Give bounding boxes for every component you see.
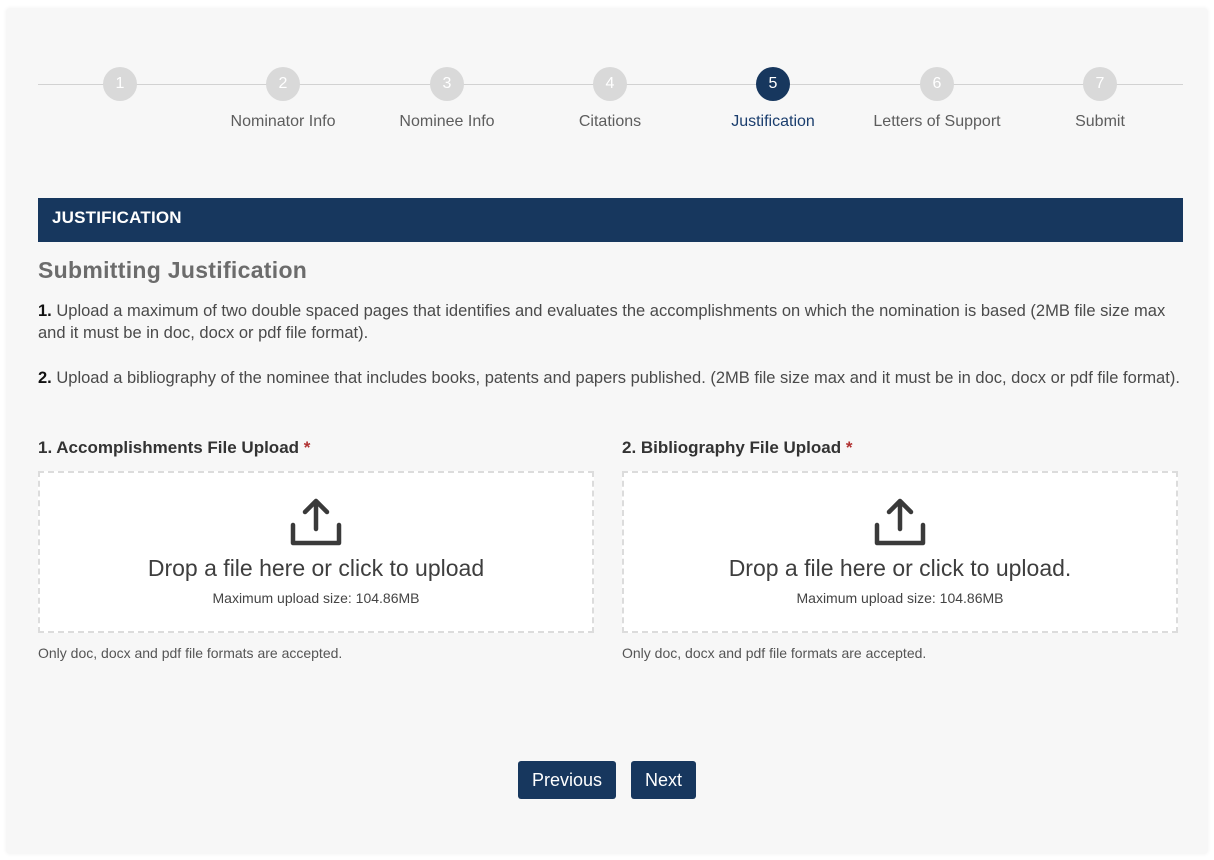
max-upload-size: Maximum upload size: 104.86MB	[796, 590, 1004, 606]
step-7-circle: 7	[1083, 67, 1117, 101]
step-1-circle: 1	[103, 67, 137, 101]
step-3[interactable]: 3 Nominee Info	[367, 66, 527, 131]
next-button[interactable]: Next	[631, 761, 697, 799]
step-4-circle: 4	[593, 67, 627, 101]
step-2[interactable]: 2 Nominator Info	[203, 66, 363, 131]
section-header-bar: JUSTIFICATION	[38, 198, 1183, 242]
max-upload-size: Maximum upload size: 104.86MB	[212, 590, 420, 606]
instruction-2-text: Upload a bibliography of the nominee tha…	[51, 369, 1180, 387]
instruction-2: 2. Upload a bibliography of the nominee …	[38, 367, 1188, 389]
step-7[interactable]: 7 Submit	[1020, 66, 1180, 131]
step-6-circle: 6	[920, 67, 954, 101]
dropzone-text: Drop a file here or click to upload	[147, 555, 485, 581]
step-5-circle: 5	[756, 67, 790, 101]
step-6-label: Letters of Support	[873, 113, 1001, 130]
file-format-note: Only doc, docx and pdf file formats are …	[622, 645, 927, 661]
section-header-title: JUSTIFICATION	[52, 208, 182, 227]
bibliography-upload-group: 2. Bibliography File Upload * Drop a fil…	[622, 438, 1182, 661]
instruction-1-number: 1.	[38, 302, 52, 320]
step-2-circle: 2	[266, 67, 300, 101]
step-5-label: Justification	[731, 113, 815, 130]
step-4-label: Citations	[578, 113, 642, 130]
step-3-circle: 3	[430, 67, 464, 101]
step-6[interactable]: 6 Letters of Support	[857, 66, 1017, 131]
bibliography-upload-title: 2. Bibliography File Upload	[622, 438, 842, 457]
step-7-label: Submit	[1075, 113, 1125, 130]
file-format-note: Only doc, docx and pdf file formats are …	[38, 645, 343, 661]
upload-icon	[874, 498, 926, 546]
accomplishments-upload-label: 1. Accomplishments File Upload *	[38, 438, 598, 458]
step-2-label: Nominator Info	[230, 113, 336, 130]
instruction-1: 1. Upload a maximum of two double spaced…	[38, 300, 1188, 344]
accomplishments-upload-title: 1. Accomplishments File Upload	[38, 438, 300, 457]
accomplishments-upload-group: 1. Accomplishments File Upload * Drop a …	[38, 438, 598, 661]
progress-stepper: 1 2 Nominator Info 3 Nominee Info 4 Cita…	[38, 66, 1183, 146]
instruction-1-text: Upload a maximum of two double spaced pa…	[38, 302, 1166, 342]
step-3-label: Nominee Info	[399, 113, 495, 130]
previous-button[interactable]: Previous	[518, 761, 617, 799]
page-heading: Submitting Justification	[38, 257, 308, 283]
upload-icon	[290, 498, 342, 546]
step-5[interactable]: 5 Justification	[693, 66, 853, 131]
required-marker: *	[845, 438, 853, 457]
required-marker: *	[303, 438, 311, 457]
step-1[interactable]: 1	[40, 66, 200, 113]
instruction-2-number: 2.	[38, 369, 52, 387]
accomplishments-dropzone[interactable]: Drop a file here or click to upload Maxi…	[38, 471, 594, 633]
bibliography-upload-label: 2. Bibliography File Upload *	[622, 438, 1182, 458]
dropzone-text: Drop a file here or click to upload.	[728, 555, 1072, 581]
bibliography-dropzone[interactable]: Drop a file here or click to upload. Max…	[622, 471, 1178, 633]
step-4[interactable]: 4 Citations	[530, 66, 690, 131]
